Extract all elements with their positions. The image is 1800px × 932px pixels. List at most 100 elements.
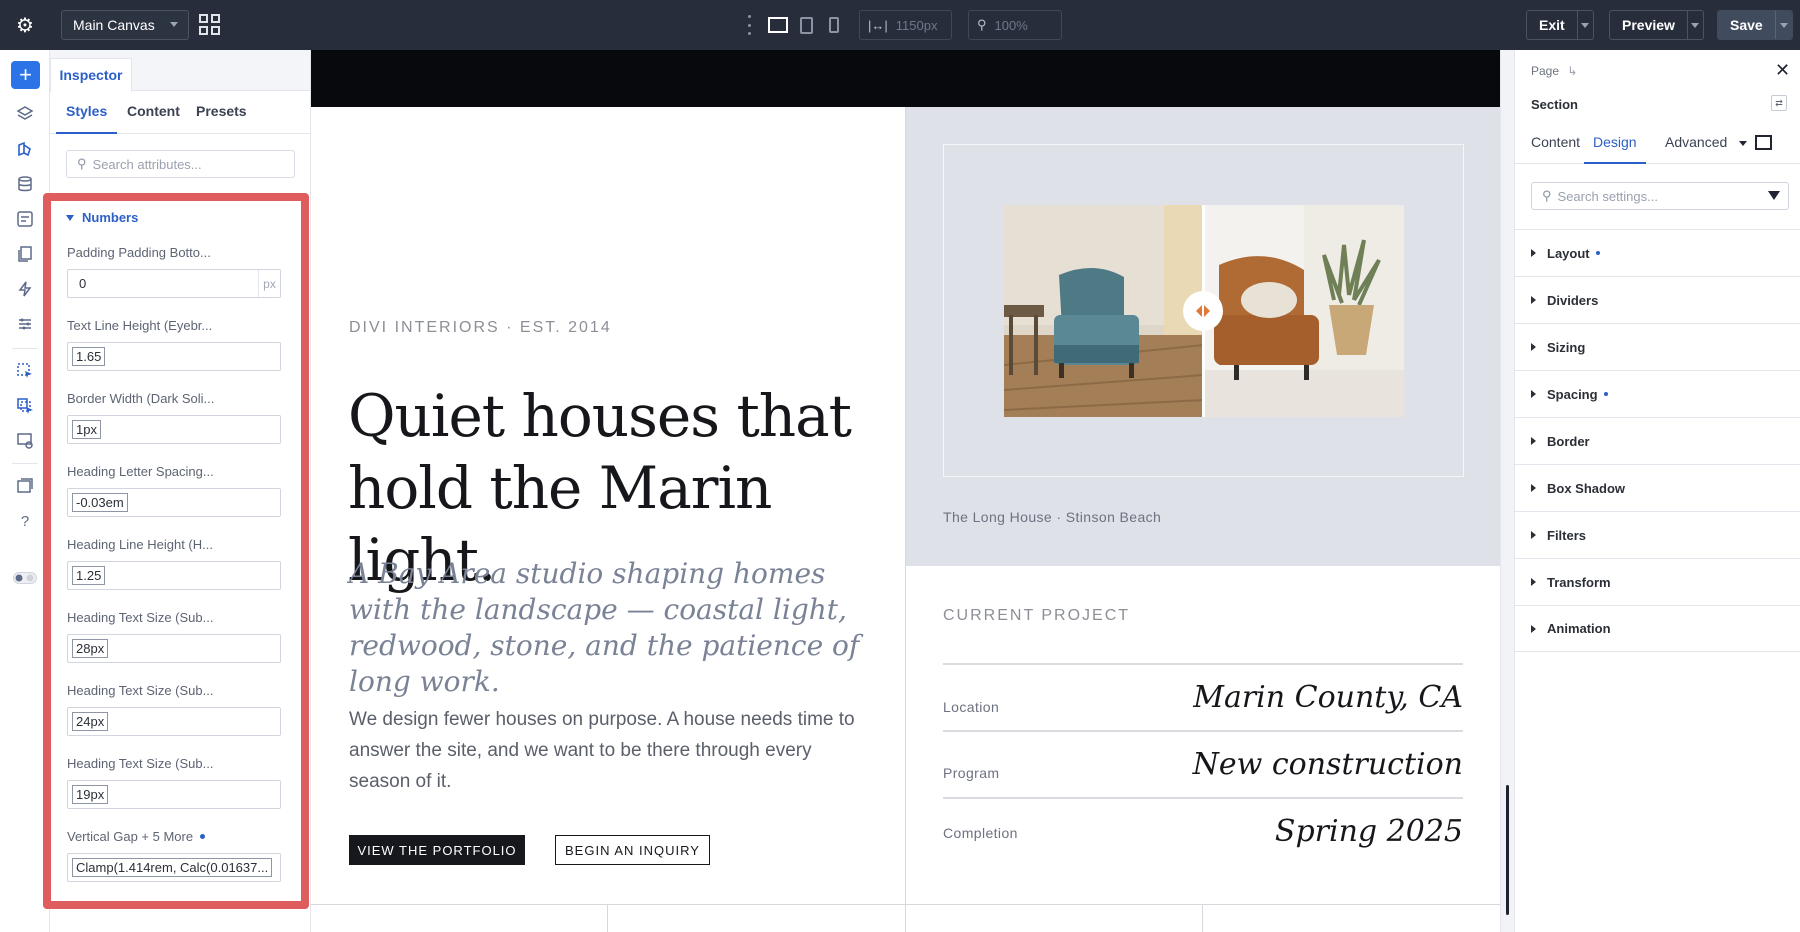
heading-line-height-input[interactable]: 1.25	[67, 561, 281, 590]
canvas-width-field[interactable]: |↔| 1150px	[859, 10, 952, 40]
before-after-image-slider[interactable]	[1004, 205, 1404, 417]
tab-presets[interactable]: Presets	[196, 91, 247, 134]
more-vertical-icon[interactable]	[744, 15, 754, 35]
numbers-group-toggle[interactable]: Numbers	[66, 210, 138, 225]
border-width-input[interactable]: 1px	[67, 415, 281, 444]
modified-indicator-icon	[1595, 251, 1600, 255]
caret-right-icon	[1531, 437, 1536, 445]
caret-right-icon	[1531, 624, 1536, 633]
settings-gear-icon[interactable]: ⚙	[0, 0, 50, 50]
grid-icon[interactable]	[199, 14, 220, 35]
group-label: Animation	[1547, 621, 1611, 636]
phone-view-icon[interactable]	[829, 17, 839, 33]
filter-icon[interactable]	[1768, 191, 1780, 200]
save-button[interactable]: Save	[1717, 10, 1793, 40]
desktop-view-icon[interactable]	[768, 17, 788, 33]
exit-button[interactable]: Exit	[1526, 10, 1594, 40]
save-dropdown-icon[interactable]	[1774, 11, 1792, 39]
preview-dropdown-icon[interactable]	[1686, 11, 1703, 39]
hero-body-text: We design fewer houses on purpose. A hou…	[349, 709, 855, 792]
theme-toggle-icon[interactable]	[13, 567, 37, 589]
field-value: 1.25	[72, 566, 106, 585]
text-line-height-input[interactable]: 1.65	[67, 342, 281, 371]
lightning-icon[interactable]	[14, 278, 36, 300]
tab-advanced[interactable]: Advanced	[1665, 122, 1727, 164]
pages-icon[interactable]	[14, 243, 36, 265]
group-filters[interactable]: Filters	[1515, 511, 1800, 558]
search-icon: ⚲	[1542, 188, 1552, 203]
group-box-shadow[interactable]: Box Shadow	[1515, 464, 1800, 511]
caret-down-icon[interactable]	[1739, 141, 1747, 146]
multi-select-icon[interactable]	[14, 395, 36, 417]
field-heading-text-size-1: Heading Text Size (Sub... 28px	[67, 608, 281, 663]
tab-inspector[interactable]: Inspector	[50, 58, 132, 92]
zoom-field[interactable]: ⚲ 100%	[968, 10, 1062, 40]
heading-text-size-input[interactable]: 28px	[67, 634, 281, 663]
hero-eyebrow: DIVI INTERIORS · EST. 2014	[349, 319, 612, 336]
hero-subheading: A Bay Area studio shaping homes with the…	[349, 557, 860, 698]
layers-icon[interactable]	[14, 103, 36, 125]
add-element-button[interactable]: +	[11, 61, 40, 89]
database-icon[interactable]	[14, 173, 36, 195]
field-label: Heading Text Size (Sub...	[67, 609, 214, 625]
vertical-gap-input[interactable]: Clamp(1.414rem, Calc(0.01637...	[67, 853, 281, 882]
tab-content[interactable]: Content	[127, 91, 180, 134]
caret-right-icon	[1531, 390, 1536, 398]
canvas-scrollbar[interactable]	[1501, 50, 1515, 932]
caret-right-icon	[1531, 296, 1536, 304]
breadcrumb[interactable]: Page ↳	[1531, 64, 1577, 78]
field-label-row: Vertical Gap + 5 More	[67, 827, 281, 845]
column-divider	[905, 566, 906, 932]
begin-inquiry-button[interactable]: BEGIN AN INQUIRY	[555, 835, 710, 865]
windows-icon[interactable]	[14, 475, 36, 497]
sliders-icon[interactable]	[14, 313, 36, 335]
group-border[interactable]: Border	[1515, 417, 1800, 464]
help-icon[interactable]: ?	[14, 510, 36, 532]
unit-label[interactable]: px	[258, 270, 280, 297]
tab-styles[interactable]: Styles	[56, 91, 118, 134]
breadcrumb-page[interactable]: Page	[1531, 64, 1559, 78]
canvas-select[interactable]: Main Canvas	[61, 10, 189, 40]
group-spacing[interactable]: Spacing	[1515, 370, 1800, 417]
image-panel: The Long House · Stinson Beach	[905, 107, 1500, 566]
select-element-icon[interactable]	[14, 360, 36, 382]
exit-dropdown-icon[interactable]	[1576, 11, 1593, 39]
settings-panel: Page ↳ ✕ Section ⇄ Content Design Advanc…	[1500, 50, 1800, 932]
rail-divider	[12, 463, 38, 464]
attribute-search-input[interactable]: ⚲ Search attributes...	[66, 150, 295, 178]
tab-content[interactable]: Content	[1531, 122, 1580, 164]
section-options-icon[interactable]: ⇄	[1771, 95, 1787, 111]
group-dividers[interactable]: Dividers	[1515, 276, 1800, 323]
padding-bottom-input[interactable]: 0 px	[67, 269, 281, 298]
project-divider	[943, 797, 1463, 799]
heading-text-size-input[interactable]: 24px	[67, 707, 281, 736]
preview-box-icon[interactable]	[1755, 135, 1772, 150]
field-label: Heading Text Size (Sub...	[67, 682, 214, 698]
settings-search-input[interactable]: ⚲ Search settings...	[1531, 182, 1789, 210]
heading-text-size-input[interactable]: 19px	[67, 780, 281, 809]
tab-design[interactable]: Design	[1584, 122, 1646, 164]
section-settings-icon[interactable]	[14, 430, 36, 452]
view-portfolio-button[interactable]: VIEW THE PORTFOLIO	[349, 835, 525, 865]
project-row-label: Program	[943, 765, 1000, 781]
group-sizing[interactable]: Sizing	[1515, 323, 1800, 370]
heading-letter-spacing-input[interactable]: -0.03em	[67, 488, 281, 517]
field-label: Padding Padding Botto...	[67, 244, 211, 260]
form-icon[interactable]	[14, 208, 36, 230]
tablet-view-icon[interactable]	[800, 16, 813, 34]
group-layout[interactable]: Layout	[1515, 229, 1800, 276]
field-vertical-gap: Vertical Gap + 5 More Clamp(1.414rem, Ca…	[67, 827, 281, 882]
group-label: Layout	[1547, 245, 1590, 261]
top-toolbar: ⚙ Main Canvas |↔| 1150px ⚲ 100% Exit Pre…	[0, 0, 1800, 50]
group-transform[interactable]: Transform	[1515, 558, 1800, 605]
scrollbar-thumb[interactable]	[1506, 785, 1509, 915]
field-label: Heading Line Height (H...	[67, 536, 213, 552]
style-brush-icon[interactable]	[14, 138, 36, 160]
preview-button[interactable]: Preview	[1609, 10, 1704, 40]
canvas-width-value: 1150px	[895, 17, 938, 33]
group-animation[interactable]: Animation	[1515, 605, 1800, 652]
attribute-search-placeholder: Search attributes...	[92, 156, 202, 172]
project-divider	[943, 663, 1463, 665]
close-icon[interactable]: ✕	[1775, 60, 1790, 81]
field-heading-line-height: Heading Line Height (H... 1.25	[67, 535, 281, 590]
